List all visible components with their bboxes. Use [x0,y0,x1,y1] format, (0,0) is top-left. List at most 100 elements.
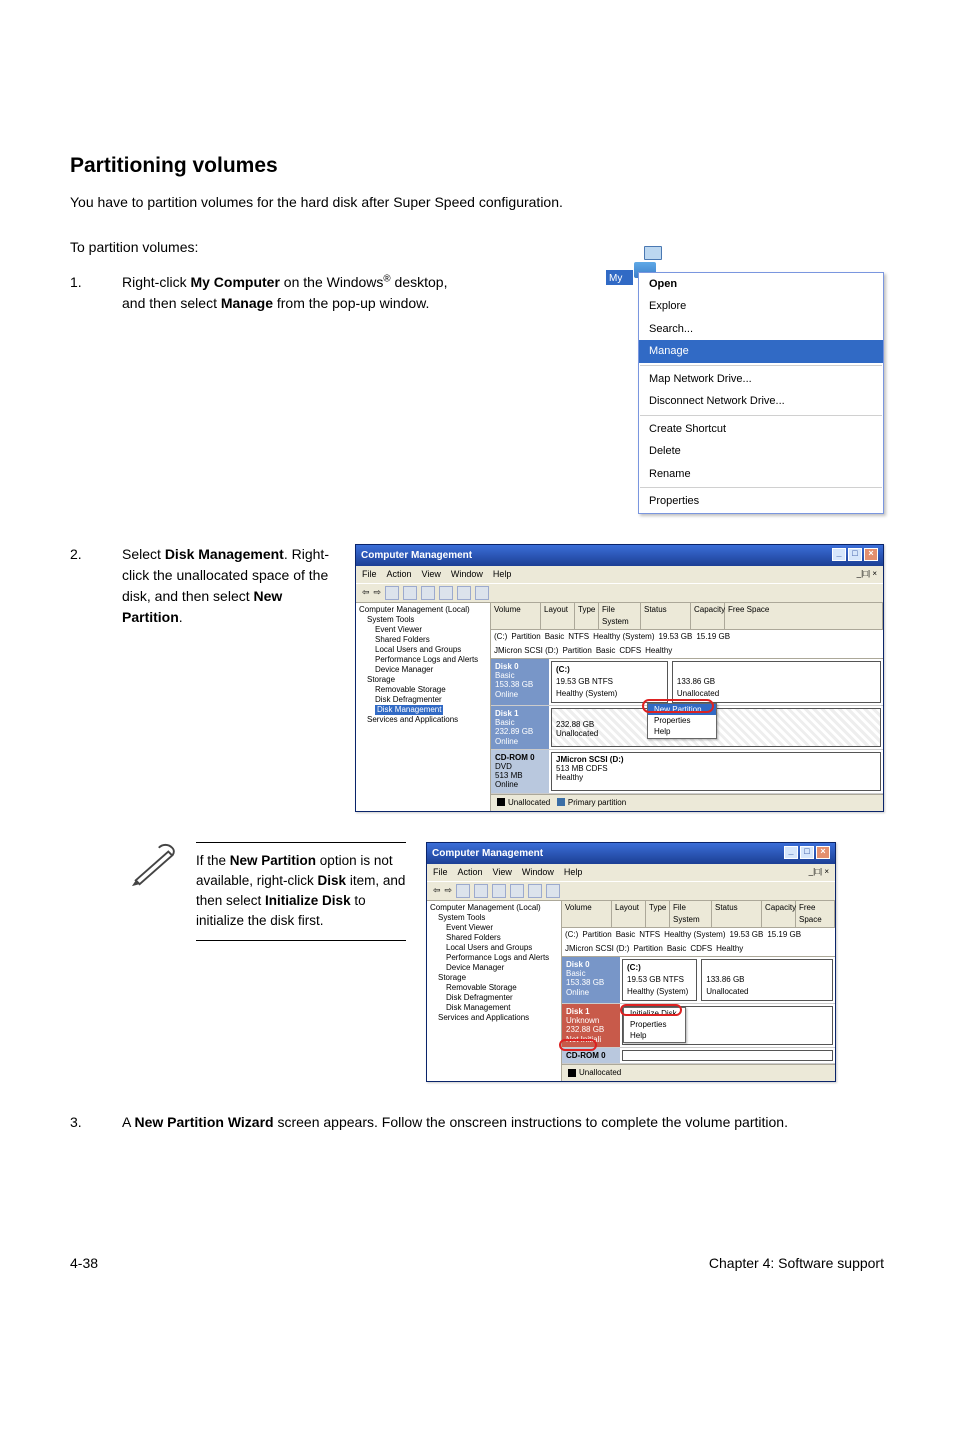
toolbar-icon[interactable] [474,884,488,898]
tree-item[interactable]: System Tools [430,913,558,923]
toolbar-icon[interactable] [475,586,489,600]
menu-help[interactable]: Help [493,568,512,582]
ctx-properties[interactable]: Properties [639,490,883,513]
volume-row[interactable]: JMicron SCSI (D:) Partition Basic CDFS H… [491,644,883,658]
note-block: If the New Partition option is not avail… [130,842,884,1082]
step-number: 3. [70,1112,122,1133]
minimize-button[interactable]: _ [832,548,846,561]
tree-item[interactable]: System Tools [359,615,487,625]
maximize-button[interactable]: □ [848,548,862,561]
disk-graphic-area: Disk 0 Basic 153.38 GB Online (C:) 19.53… [491,658,883,794]
ctx-explore[interactable]: Explore [639,295,883,318]
volume-row[interactable]: JMicron SCSI (D:) Partition Basic CDFS H… [562,942,835,956]
ctx-help[interactable]: Help [648,726,716,737]
menu-window[interactable]: Window [451,568,483,582]
step-1: 1. Right-click My Computer on the Window… [70,272,884,514]
tree-item[interactable]: Disk Defragmenter [430,993,558,1003]
ctx-create-shortcut[interactable]: Create Shortcut [639,418,883,441]
cdrom-label[interactable]: CD-ROM 0 DVD 513 MB Online [491,750,549,793]
toolbar-icon[interactable] [510,884,524,898]
disk0-label[interactable]: Disk 0 Basic 153.38 GB Online [562,957,620,1003]
toolbar-icon[interactable] [528,884,542,898]
step-3: 3. A New Partition Wizard screen appears… [70,1112,884,1133]
ctx-map-drive[interactable]: Map Network Drive... [639,368,883,391]
ctx-properties[interactable]: Properties [648,715,716,726]
disk0-unallocated[interactable]: 133.86 GB Unallocated [672,661,881,703]
disk1-unallocated[interactable]: 232.88 GB Unallocated New Partition... P… [551,708,881,747]
minimize-button[interactable]: _ [784,846,798,859]
tree-item[interactable]: Removable Storage [359,685,487,695]
menu-view[interactable]: View [422,568,441,582]
disk-row: Disk 1 Basic 232.89 GB Online 232.88 GB … [491,706,883,750]
tree-item[interactable]: Services and Applications [359,715,487,725]
toolbar-icon[interactable] [457,586,471,600]
cdrom-volume[interactable]: JMicron SCSI (D:) 513 MB CDFS Healthy [551,752,881,791]
tree-item[interactable]: Disk Defragmenter [359,695,487,705]
toolbar-icon[interactable] [546,884,560,898]
menu-help[interactable]: Help [564,866,583,880]
ctx-initialize-disk[interactable]: Initialize Disk [624,1008,685,1019]
maximize-button[interactable]: □ [800,846,814,859]
disk0-partition-c[interactable]: (C:) 19.53 GB NTFS Healthy (System) [551,661,668,703]
tree-item[interactable]: Performance Logs and Alerts [359,655,487,665]
tree-item[interactable]: Device Manager [359,665,487,675]
close-button[interactable]: × [816,846,830,859]
menu-file[interactable]: File [433,866,448,880]
disk0-unallocated[interactable]: 133.86 GB Unallocated [701,959,833,1001]
toolbar-icon[interactable] [403,586,417,600]
toolbar-icon[interactable] [439,586,453,600]
close-button[interactable]: × [864,548,878,561]
disk-context-menu: New Partition... Properties Help [647,703,717,739]
mdi-buttons[interactable]: _|□| × [809,866,829,880]
toolbar: ⇦⇨ [427,881,835,901]
tree-disk-management[interactable]: Disk Management [446,1003,510,1012]
volume-header: Volume Layout Type File System Status Ca… [491,603,883,630]
cdrom-volume[interactable] [622,1050,833,1061]
toolbar-icon[interactable] [385,586,399,600]
toolbar-icon[interactable] [492,884,506,898]
volume-row[interactable]: (C:) Partition Basic NTFS Healthy (Syste… [491,630,883,644]
volume-row[interactable]: (C:) Partition Basic NTFS Healthy (Syste… [562,928,835,942]
cdrom-label[interactable]: CD-ROM 0 [562,1048,620,1063]
ctx-properties[interactable]: Properties [624,1019,685,1030]
tree-item[interactable]: Removable Storage [430,983,558,993]
ctx-open[interactable]: Open [639,273,883,296]
menu-window[interactable]: Window [522,866,554,880]
tree-disk-management[interactable]: Disk Management [375,705,443,715]
menu-action[interactable]: Action [387,568,412,582]
ctx-help[interactable]: Help [624,1030,685,1041]
menu-view[interactable]: View [493,866,512,880]
nav-tree: Computer Management (Local) System Tools… [427,901,562,1081]
ctx-manage[interactable]: Manage [639,340,883,363]
menu-action[interactable]: Action [458,866,483,880]
tree-item[interactable]: Device Manager [430,963,558,973]
toolbar-icon[interactable] [456,884,470,898]
tree-item[interactable]: Services and Applications [430,1013,558,1023]
tree-item[interactable]: Local Users and Groups [430,943,558,953]
ctx-delete[interactable]: Delete [639,440,883,463]
disk1-label[interactable]: Disk 1 Unknown 232.88 GB Not Initiali [562,1004,620,1047]
tree-item[interactable]: Local Users and Groups [359,645,487,655]
disk0-partition-c[interactable]: (C:) 19.53 GB NTFS Healthy (System) [622,959,697,1001]
tree-item[interactable]: Shared Folders [430,933,558,943]
tree-root[interactable]: Computer Management (Local) [359,605,487,615]
ctx-search[interactable]: Search... [639,318,883,341]
ctx-disconnect-drive[interactable]: Disconnect Network Drive... [639,390,883,413]
tree-item[interactable]: Event Viewer [359,625,487,635]
tree-item[interactable]: Shared Folders [359,635,487,645]
toolbar: ⇦⇨ [356,583,883,603]
disk1-label[interactable]: Disk 1 Basic 232.89 GB Online [491,706,549,749]
tree-root[interactable]: Computer Management (Local) [430,903,558,913]
ctx-new-partition[interactable]: New Partition... [648,704,716,715]
tree-item[interactable]: Event Viewer [430,923,558,933]
tree-item[interactable]: Storage [430,973,558,983]
menu-file[interactable]: File [362,568,377,582]
disk1-space[interactable]: Initialize Disk Properties Help [622,1006,833,1045]
ctx-rename[interactable]: Rename [639,463,883,486]
mdi-buttons[interactable]: _|□| × [857,568,877,582]
step-2-text: Select Disk Management. Right-click the … [122,544,337,628]
tree-item[interactable]: Performance Logs and Alerts [430,953,558,963]
disk0-label[interactable]: Disk 0 Basic 153.38 GB Online [491,659,549,705]
toolbar-icon[interactable] [421,586,435,600]
tree-item[interactable]: Storage [359,675,487,685]
